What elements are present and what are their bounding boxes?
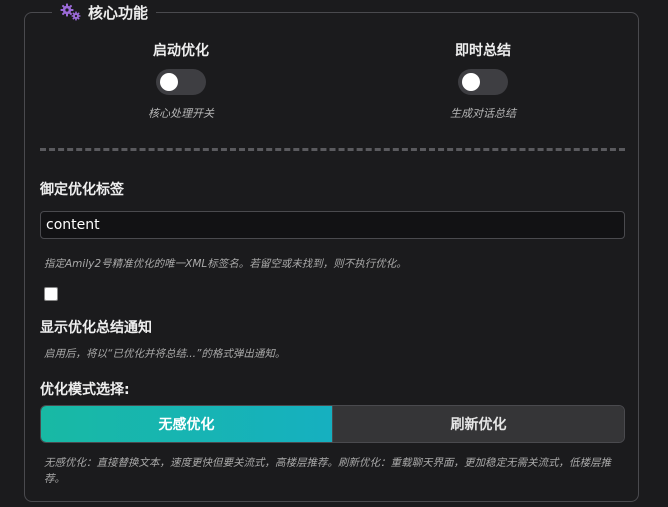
mode-option-refresh[interactable]: 刷新优化 [332, 406, 624, 442]
section-title: 核心功能 [88, 3, 149, 22]
notify-checkbox[interactable] [44, 287, 58, 301]
optimize-tag-input[interactable] [40, 211, 625, 239]
section-header: 核心功能 [52, 0, 157, 24]
notify-label: 显示优化总结通知 [40, 320, 152, 336]
toggle-group-start-optimize: 启动优化 核心处理开关 [101, 40, 261, 121]
notify-hint: 启用后，将以“已优化并将总结...”的格式弹出通知。 [44, 348, 286, 360]
instant-summary-toggle[interactable] [458, 69, 508, 95]
mode-label: 优化模式选择: [40, 382, 130, 398]
mode-option-seamless[interactable]: 无感优化 [41, 406, 332, 442]
tag-field-label: 御定优化标签 [40, 182, 124, 198]
toggle-desc-instant-summary: 生成对话总结 [450, 107, 516, 120]
toggle-desc-start-optimize: 核心处理开关 [148, 107, 214, 120]
dashed-divider [40, 148, 625, 151]
toggle-label-instant-summary: 即时总结 [455, 43, 511, 59]
mode-selector: 无感优化 刷新优化 [40, 405, 625, 443]
toggle-group-instant-summary: 即时总结 生成对话总结 [403, 40, 563, 121]
start-optimize-toggle[interactable] [156, 69, 206, 95]
toggle-label-start-optimize: 启动优化 [153, 43, 209, 59]
toggle-knob [160, 73, 178, 91]
gears-icon [60, 3, 82, 21]
mode-hint: 无感优化：直接替换文本，速度更快但要关流式，高楼层推荐。刷新优化：重载聊天界面，… [44, 457, 611, 485]
toggle-knob [462, 73, 480, 91]
tag-field-hint: 指定Amily2号精准优化的唯一XML标签名。若留空或未找到，则不执行优化。 [44, 258, 407, 270]
